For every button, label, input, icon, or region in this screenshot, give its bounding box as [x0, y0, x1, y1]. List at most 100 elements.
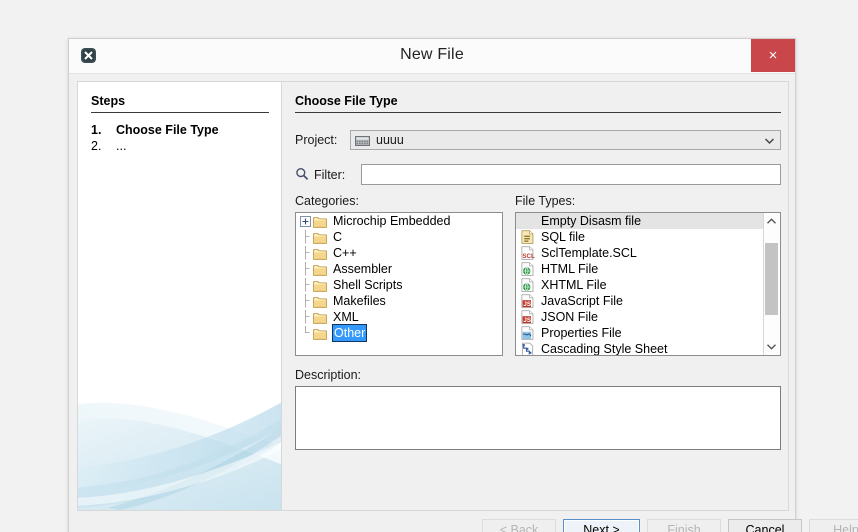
category-label: Other [331, 324, 368, 342]
close-icon[interactable]: × [751, 39, 795, 72]
tree-guide-icon: └ [301, 326, 310, 339]
category-row[interactable]: ├ C [296, 229, 502, 245]
step-label: ... [116, 139, 127, 153]
file-type-row[interactable]: Empty Disasm file [516, 213, 764, 229]
filter-input[interactable] [361, 164, 781, 185]
cancel-button[interactable]: Cancel [728, 519, 802, 532]
category-label: Microchip Embedded [333, 214, 451, 228]
file-type-row[interactable]: SQL file [516, 229, 764, 245]
file-type-label: XHTML File [541, 278, 607, 292]
file-type-row[interactable]: XHTML File [516, 277, 764, 293]
project-combobox[interactable]: uuuu [350, 130, 781, 150]
chevron-down-icon[interactable] [764, 338, 779, 355]
folder-icon [313, 311, 328, 324]
chevron-down-icon[interactable] [763, 131, 776, 149]
category-row[interactable]: ├ XML [296, 309, 502, 325]
xhtml-file-icon [520, 277, 536, 293]
file-types-label: File Types: [515, 194, 576, 208]
category-row[interactable]: ├ Shell Scripts [296, 277, 502, 293]
tree-guide-icon: ├ [301, 310, 310, 323]
file-type-row[interactable]: HTML File [516, 261, 764, 277]
steps-heading: Steps [91, 94, 126, 108]
new-file-dialog: New File × Steps 1. Choose File Type 2. … [68, 38, 858, 532]
step-number: 1. [91, 123, 102, 137]
folder-icon [313, 279, 328, 292]
back-button[interactable]: < Back [482, 519, 556, 532]
expand-plus-icon[interactable] [300, 215, 311, 227]
dialog-title: New File [400, 46, 464, 63]
file-types-listbox[interactable]: Empty Disasm file SQL file SCL SclTemplate.… [515, 212, 781, 356]
filter-row: Filter: [295, 164, 781, 186]
description-box [295, 386, 781, 450]
step-item-1: 1. Choose File Type [91, 123, 219, 137]
project-label: Project: [295, 133, 338, 147]
file-type-label: JavaScript File [541, 294, 623, 308]
category-row[interactable]: ├ Assembler [296, 261, 502, 277]
categories-label: Categories: [295, 194, 359, 208]
step-label: Choose File Type [116, 123, 219, 137]
folder-icon [313, 247, 328, 260]
category-label: Makefiles [333, 294, 386, 308]
file-type-row[interactable]: Cascading Style Sheet [516, 341, 764, 355]
file-type-label: SQL file [541, 230, 586, 244]
file-type-row[interactable]: JS JavaScript File [516, 293, 764, 309]
svg-text:JS: JS [523, 301, 531, 308]
project-row: Project: uuuu [295, 130, 781, 150]
category-row[interactable]: Microchip Embedded [296, 213, 502, 229]
category-row[interactable]: ├ Makefiles [296, 293, 502, 309]
project-value: uuuu [376, 133, 404, 147]
file-type-label: JSON File [541, 310, 598, 324]
scrollbar-thumb[interactable] [765, 243, 778, 315]
sql-file-icon [520, 229, 536, 245]
svg-text:SCL: SCL [522, 252, 535, 259]
css-file-icon [520, 342, 536, 355]
tree-guide-icon: ├ [301, 230, 310, 243]
folder-icon [313, 263, 328, 276]
folder-icon [313, 327, 328, 340]
chevron-up-icon[interactable] [764, 213, 779, 230]
filter-label: Filter: [314, 168, 346, 182]
category-label: Shell Scripts [333, 278, 403, 292]
finish-button[interactable]: Finish [647, 519, 721, 532]
svg-text:JS: JS [523, 317, 531, 324]
steps-divider [91, 112, 269, 113]
file-type-label: Empty Disasm file [541, 214, 642, 228]
file-type-row[interactable]: SCL SclTemplate.SCL [516, 245, 764, 261]
category-row[interactable]: └ Other [296, 324, 502, 342]
properties-file-icon [520, 325, 536, 341]
folder-icon [313, 215, 328, 228]
next-button[interactable]: Next > [563, 519, 640, 532]
folder-icon [313, 295, 328, 308]
file-type-row[interactable]: JS JSON File [516, 309, 764, 325]
html-file-icon [520, 261, 536, 277]
step-number: 2. [91, 139, 102, 153]
steps-pane: Steps 1. Choose File Type 2. ... [78, 82, 282, 510]
file-type-row[interactable]: Properties File [516, 325, 764, 341]
file-type-label: Properties File [541, 326, 622, 340]
page-title-divider [295, 112, 781, 113]
folder-icon [313, 231, 328, 244]
content-pane: Choose File Type Project: uuuu Filter: C… [282, 82, 788, 510]
step-item-2: 2. ... [91, 139, 126, 153]
page-title: Choose File Type [295, 94, 398, 108]
file-type-label: HTML File [541, 262, 599, 276]
description-label: Description: [295, 368, 361, 382]
json-file-icon: JS [520, 309, 536, 325]
categories-listbox[interactable]: Microchip Embedded ├ C ├ C++ ├ Assembler ├ Shell… [295, 212, 503, 356]
search-icon [295, 167, 309, 181]
project-icon [355, 134, 370, 146]
help-button[interactable]: Help [809, 519, 858, 532]
category-label: C [333, 230, 343, 244]
file-types-scrollbar[interactable] [763, 213, 780, 355]
screen: New File × Steps 1. Choose File Type 2. … [0, 0, 858, 532]
scl-file-icon: SCL [520, 245, 536, 261]
tree-guide-icon: ├ [301, 262, 310, 275]
dialog-body: Steps 1. Choose File Type 2. ... Choose … [77, 81, 789, 511]
category-label: C++ [333, 246, 357, 260]
category-row[interactable]: ├ C++ [296, 245, 502, 261]
category-label: XML [333, 310, 359, 324]
file-type-label: Cascading Style Sheet [541, 342, 668, 355]
tree-guide-icon: ├ [301, 294, 310, 307]
file-type-label: SclTemplate.SCL [541, 246, 637, 260]
dialog-titlebar[interactable]: New File × [69, 39, 795, 74]
